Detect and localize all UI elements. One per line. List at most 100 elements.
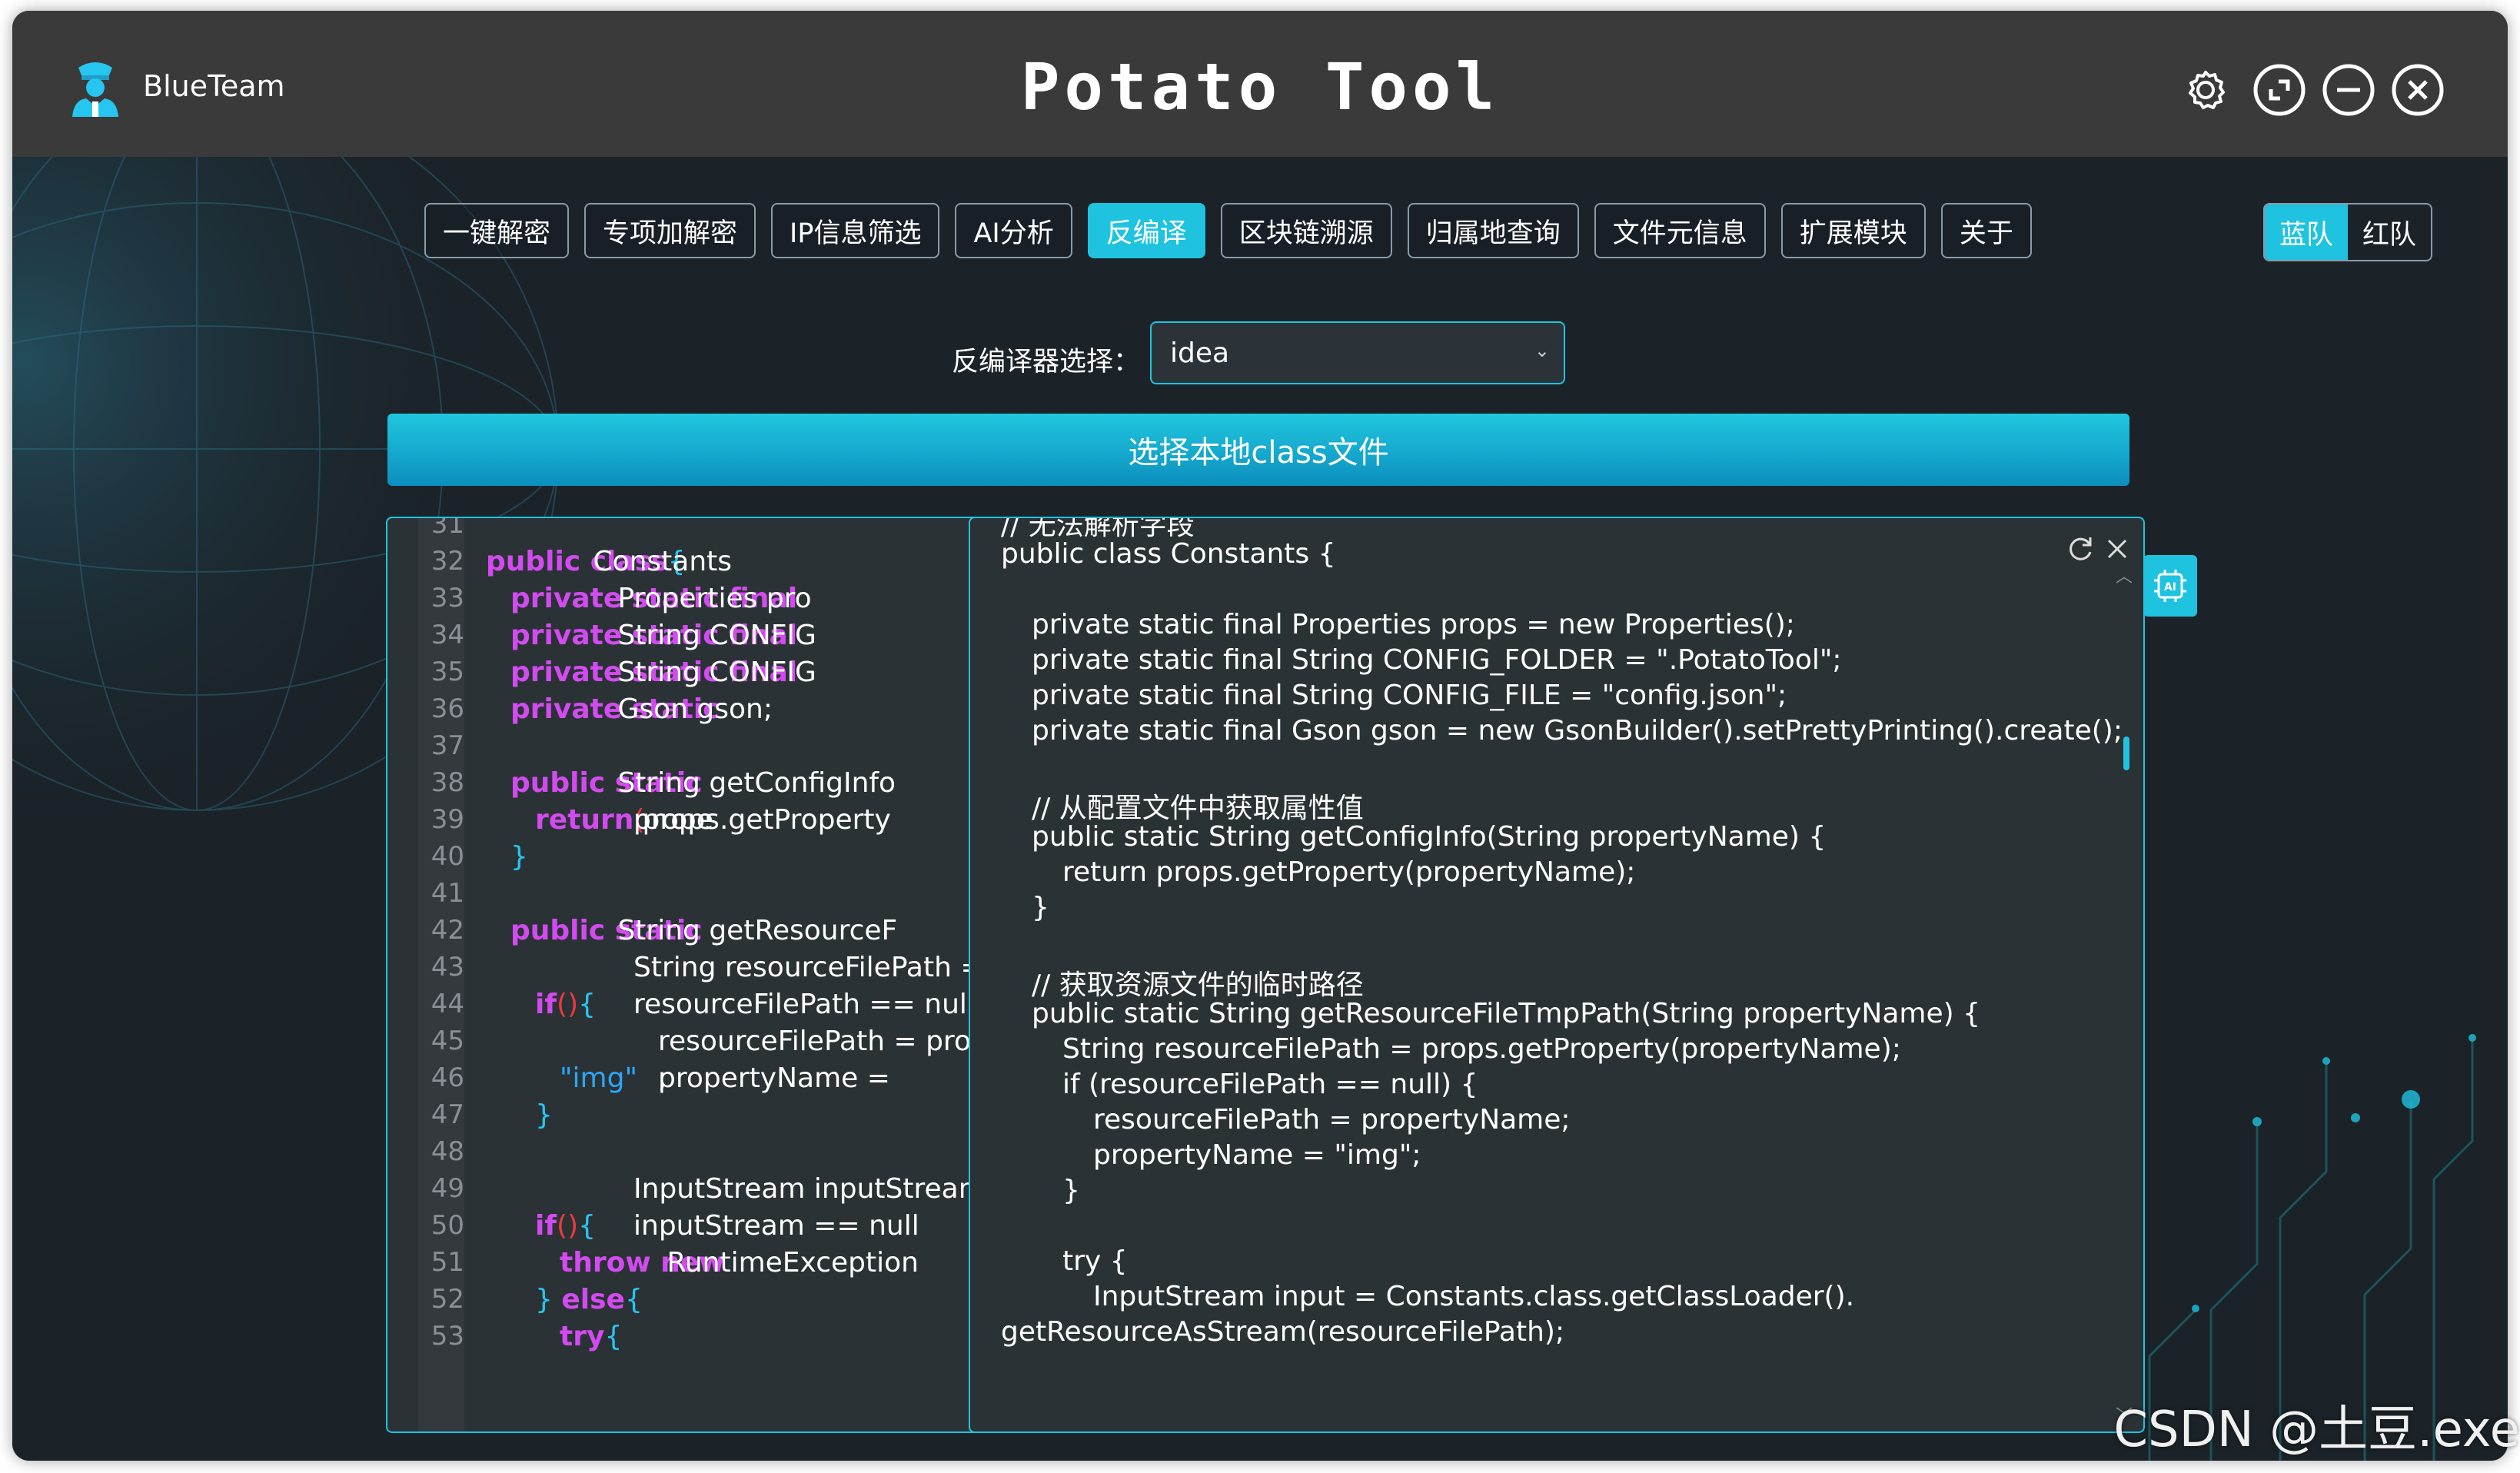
source-line-text: if(inputStream == null) { [535,1210,919,1242]
code-token: return [535,804,634,836]
source-line-text: propertyName = "img"; [560,1062,890,1094]
source-line-text: public static String getResourceF [510,915,897,946]
tab-special-crypto[interactable]: 专项加解密 [584,203,756,258]
ai-badge-glyph: AI [2154,570,2186,602]
line-number: 42 [431,915,464,946]
code-token: inputStream == null [633,1210,919,1242]
decompiler-selected-value: idea [1170,337,1230,369]
code-token: ( [557,989,568,1020]
decompiled-code-panel[interactable]: // 无法解析字段 public class Constants {private… [969,517,2145,1433]
line-number: 48 [431,1136,464,1167]
decompiled-line: getResourceAsStream(resourceFilePath); [1001,1316,1565,1348]
minus-circle-icon[interactable] [2322,63,2375,117]
decompiled-line: public static String getResourceFileTmpP… [1032,998,1981,1029]
ai-badge-label: AI [2164,581,2176,594]
decompiled-line: public static String getConfigInfo(Strin… [1032,821,1827,853]
code-token: { [578,989,597,1020]
source-line-text: private static final Properties pro [510,583,812,614]
line-number: 44 [431,989,464,1019]
expand-icon[interactable] [2252,63,2306,117]
tab-about[interactable]: 关于 [1940,203,2032,258]
code-token: { [604,1321,623,1352]
decompiler-label: 反编译器选择： [952,347,1141,377]
code-token: RuntimeException [658,1247,919,1278]
ai-chip-icon[interactable]: AI [2143,555,2197,617]
team-toggle: 蓝队 红队 [2263,203,2432,261]
decompiled-line: private static final Properties props = … [1032,609,1795,640]
code-token: } [535,1099,553,1131]
line-number: 40 [431,841,464,872]
line-number: 43 [431,952,464,983]
tab-file-metadata[interactable]: 文件元信息 [1594,203,1766,258]
code-token: } [510,841,528,873]
tab-blockchain-trace[interactable]: 区块链溯源 [1220,203,1392,258]
code-token: ) [567,1210,579,1242]
decompiled-line: resourceFilePath = propertyName; [1093,1104,1571,1136]
line-number: 36 [431,693,464,724]
line-number: 51 [431,1247,464,1278]
code-token: Constants [584,546,741,577]
code-token: try [560,1321,605,1352]
code-token: ( [557,1210,568,1242]
code-token: String getResourceF [609,915,898,946]
line-number: 32 [431,546,464,577]
scroll-up-arrow[interactable]: ︿ [2116,563,2133,587]
code-token: Properties pro [609,583,812,614]
team-blue-button[interactable]: 蓝队 [2265,204,2348,260]
code-token: Gson gson; [609,693,773,725]
tab-location-lookup[interactable]: 归属地查询 [1407,203,1579,258]
code-token: String CONFIG [609,620,816,651]
line-number: 34 [431,620,464,650]
source-line-text: private static final String CONFIG [510,657,816,688]
app-window: BlueTeam Potato Tool 一键解密 专项加解密 IP信息筛选 A… [12,11,2508,1461]
line-number: 39 [431,804,464,835]
decompiled-line: private static final Gson gson = new Gso… [1032,715,2123,746]
tab-decompile[interactable]: 反编译 [1087,203,1205,258]
line-number: 47 [431,1099,464,1130]
decompiled-line: private static final String CONFIG_FILE … [1032,680,1787,711]
decompiled-line: } [1032,892,1049,923]
source-line-text: private static Gson gson; [510,693,773,725]
tab-extension-modules[interactable]: 扩展模块 [1780,203,1926,258]
line-number: 35 [431,657,464,687]
code-token: ; [658,1062,668,1094]
code-token: if [535,1210,557,1242]
line-number: 53 [431,1321,464,1352]
nav-tabs: 一键解密 专项加解密 IP信息筛选 AI分析 反编译 区块链溯源 归属地查询 文… [424,203,2032,258]
choose-class-file-button[interactable]: 选择本地class文件 [387,414,2129,486]
code-token: propertyName = [658,1062,899,1094]
app-title: Potato Tool [1020,49,1500,125]
code-token: ) [567,989,579,1020]
decompiled-line: public class Constants { [1001,538,1336,570]
decompiled-line: InputStream input = Constants.class.getC… [1093,1281,1855,1312]
code-token: String getConfigInfo [609,767,896,799]
source-line-text: } [510,841,528,873]
source-line-text: throw new RuntimeException [560,1247,919,1278]
source-line-text: return props.getProperty(prope [535,804,891,836]
tab-ip-filter[interactable]: IP信息筛选 [771,203,940,258]
line-number: 37 [431,730,464,761]
tab-ai-analysis[interactable]: AI分析 [955,203,1072,258]
refresh-icon[interactable] [2065,534,2096,564]
decompiled-line: if (resourceFilePath == null) { [1062,1069,1478,1100]
decompiler-select[interactable]: idea ⌄ [1150,321,1565,384]
source-line-text: private static final String CONFIG [510,620,816,651]
code-token: if [535,989,557,1020]
close-circle-icon[interactable] [2391,63,2445,117]
line-number: 41 [431,878,464,909]
csdn-watermark: CSDN @土豆.exe [2113,1402,2520,1458]
tab-one-click-decrypt[interactable]: 一键解密 [424,203,570,258]
line-number: 45 [431,1026,464,1056]
close-icon[interactable] [2102,534,2133,564]
gear-icon[interactable] [2179,63,2232,117]
scrollbar-thumb[interactable] [2123,736,2129,770]
decompiled-line: String resourceFilePath = props.getPrope… [1062,1033,1901,1065]
code-token: "img" [560,1062,638,1094]
code-token: prope [633,804,713,836]
line-number: 38 [431,767,464,798]
team-red-button[interactable]: 红队 [2348,204,2431,260]
source-line-text: public static String getConfigInfo [510,767,896,799]
line-number: 33 [431,583,464,613]
